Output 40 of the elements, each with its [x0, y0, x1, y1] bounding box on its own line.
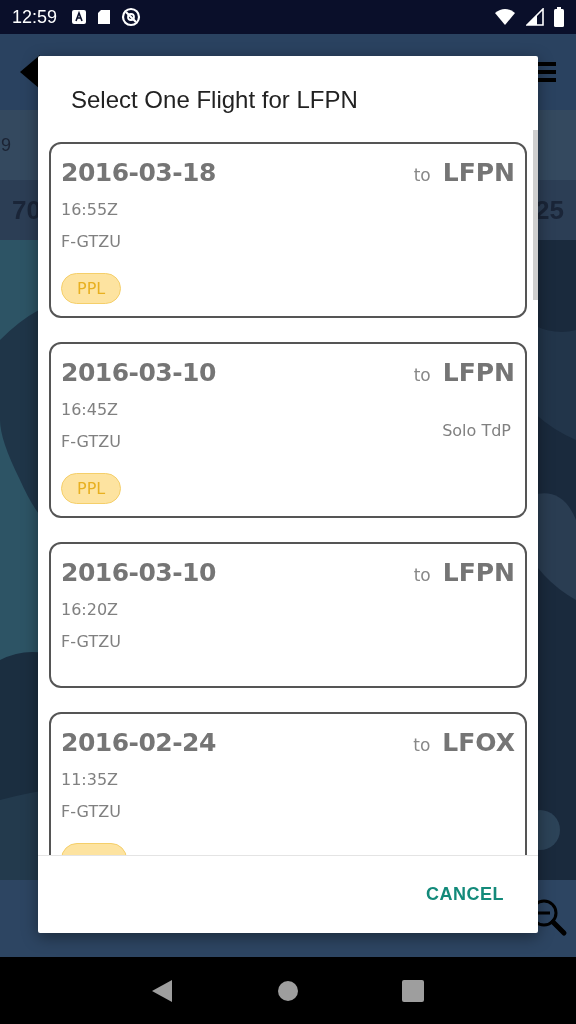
to-label: to: [413, 365, 431, 385]
flight-time: 16:55Z: [61, 200, 120, 219]
flight-time: 16:45Z: [61, 400, 120, 419]
sd-card-icon: [97, 9, 112, 25]
status-time: 12:59: [12, 6, 58, 28]
destination: LFPN: [442, 158, 515, 187]
license-badge: PPL: [61, 273, 122, 304]
menu-icon[interactable]: [536, 60, 556, 84]
flight-date: 2016-02-24: [61, 728, 216, 757]
keyboard-a-icon: [71, 9, 88, 25]
home-icon[interactable]: [277, 979, 299, 1002]
flight-card[interactable]: 2016-03-10 to LFPN 16:45Z F-GTZU Solo TdP PPL: [49, 342, 527, 518]
aircraft-registration: F-GTZU: [61, 432, 121, 451]
recents-icon[interactable]: [402, 979, 425, 1002]
aircraft-registration: F-GTZU: [61, 802, 121, 821]
flight-card[interactable]: 2016-03-10 to LFPN 16:20Z F-GTZU: [49, 542, 527, 688]
back-icon[interactable]: [151, 978, 174, 1003]
flight-time: 11:35Z: [61, 770, 120, 789]
dialog-title: Select One Flight for LFPN: [70, 85, 359, 115]
destination: LFPN: [442, 558, 515, 587]
flight-date: 2016-03-10: [61, 558, 216, 587]
aircraft-registration: F-GTZU: [61, 632, 121, 651]
license-badge: PPL: [61, 473, 122, 504]
battery-icon: [554, 7, 564, 27]
wifi-icon: [494, 8, 516, 26]
to-label: to: [413, 565, 431, 585]
flight-remark: Solo TdP: [442, 420, 511, 440]
flight-date: 2016-03-10: [61, 358, 216, 387]
signal-icon: [526, 8, 544, 26]
to-label: to: [413, 165, 431, 185]
cancel-button[interactable]: CANCEL: [414, 876, 516, 913]
to-label: to: [413, 735, 431, 755]
flight-card[interactable]: 2016-02-24 to LFOX 11:35Z F-GTZU: [49, 712, 527, 855]
destination: LFOX: [442, 728, 515, 757]
flight-card[interactable]: 2016-03-18 to LFPN 16:55Z F-GTZU PPL: [49, 142, 527, 318]
flight-date: 2016-03-18: [61, 158, 216, 187]
flight-time: 16:20Z: [61, 600, 120, 619]
blocked-circle-icon: [121, 7, 142, 27]
destination: LFPN: [442, 358, 515, 387]
aircraft-registration: F-GTZU: [61, 232, 121, 251]
